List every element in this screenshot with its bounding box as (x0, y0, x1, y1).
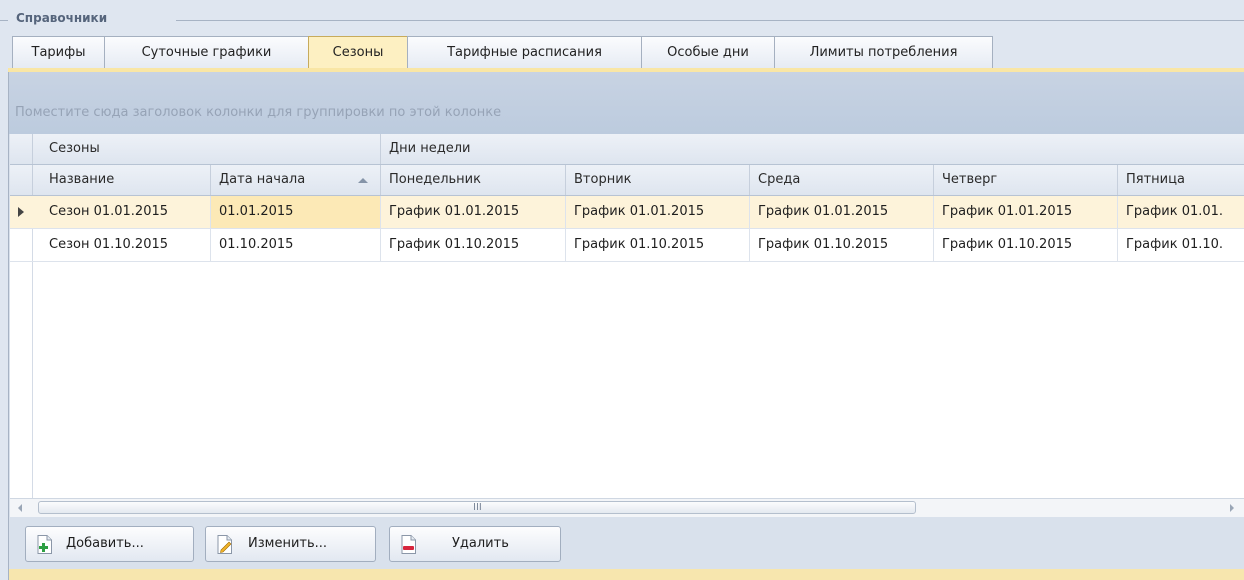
group-frame-line-right (176, 20, 1244, 21)
cell-start-date[interactable]: 01.10.2015 (211, 229, 381, 261)
seasons-grid: Сезоны Дни недели Название Дата начала П… (10, 134, 1244, 498)
column-header-wednesday[interactable]: Среда (750, 165, 934, 195)
cell-thursday[interactable]: График 01.01.2015 (934, 196, 1118, 228)
cell-name[interactable]: Сезон 01.01.2015 (41, 196, 211, 228)
band-seasons[interactable]: Сезоны (41, 134, 381, 164)
group-title: Справочники (12, 11, 112, 25)
cell-wednesday[interactable]: График 01.01.2015 (750, 196, 934, 228)
sort-ascending-icon (358, 178, 368, 183)
edit-document-icon (217, 535, 232, 554)
scroll-left-arrow-icon[interactable] (18, 504, 22, 512)
scroll-right-arrow-icon[interactable] (1230, 504, 1234, 512)
delete-document-icon (401, 535, 416, 554)
add-button-label: Добавить... (66, 536, 144, 551)
scrollbar-thumb[interactable]: III (38, 501, 916, 514)
column-header-start-date[interactable]: Дата начала (211, 165, 381, 195)
cell-friday[interactable]: График 01.01. (1118, 196, 1244, 228)
edit-button-label: Изменить... (248, 536, 328, 551)
cell-thursday[interactable]: График 01.10.2015 (934, 229, 1118, 261)
horizontal-scrollbar[interactable]: III (10, 498, 1244, 517)
tab-tariff-schedules[interactable]: Тарифные расписания (407, 36, 642, 68)
tab-tariffs[interactable]: Тарифы (12, 36, 105, 68)
add-button[interactable]: Добавить... (25, 526, 194, 562)
tab-special-days[interactable]: Особые дни (641, 36, 775, 68)
tab-daily-schedules[interactable]: Суточные графики (104, 36, 309, 68)
cell-start-date[interactable]: 01.01.2015 (211, 196, 381, 228)
edit-button[interactable]: Изменить... (205, 526, 376, 562)
column-header-start-date-label: Дата начала (219, 172, 306, 187)
tab-consumption-limits[interactable]: Лимиты потребления (774, 36, 993, 68)
column-header-row: Название Дата начала Понедельник Вторник… (10, 165, 1244, 196)
cell-name[interactable]: Сезон 01.10.2015 (41, 229, 211, 261)
scrollbar-grip: III (473, 502, 482, 513)
column-header-monday[interactable]: Понедельник (381, 165, 566, 195)
band-weekdays[interactable]: Дни недели (381, 134, 1244, 164)
column-header-thursday[interactable]: Четверг (934, 165, 1118, 195)
add-document-icon (37, 535, 52, 554)
column-header-tuesday[interactable]: Вторник (566, 165, 750, 195)
delete-button[interactable]: Удалить (389, 526, 561, 562)
tab-seasons[interactable]: Сезоны (308, 36, 408, 68)
cell-friday[interactable]: График 01.10. (1118, 229, 1244, 261)
header-corner (10, 165, 33, 195)
cell-monday[interactable]: График 01.01.2015 (381, 196, 566, 228)
delete-button-label: Удалить (452, 536, 509, 551)
current-row-indicator-icon (18, 207, 24, 217)
group-by-panel[interactable]: Поместите сюда заголовок колонки для гру… (9, 72, 1244, 134)
seasons-panel: Поместите сюда заголовок колонки для гру… (8, 72, 1244, 580)
cell-monday[interactable]: График 01.10.2015 (381, 229, 566, 261)
bottom-accent-strip (9, 569, 1244, 580)
column-header-name[interactable]: Название (41, 165, 211, 195)
band-header-row: Сезоны Дни недели (10, 134, 1244, 165)
cell-tuesday[interactable]: График 01.01.2015 (566, 196, 750, 228)
table-row[interactable]: Сезон 01.10.2015 01.10.2015 График 01.10… (10, 229, 1244, 262)
column-header-friday[interactable]: Пятница (1118, 165, 1244, 195)
band-corner (10, 134, 33, 164)
group-by-hint: Поместите сюда заголовок колонки для гру… (15, 105, 502, 120)
table-row[interactable]: Сезон 01.01.2015 01.01.2015 График 01.01… (10, 196, 1244, 229)
cell-tuesday[interactable]: График 01.10.2015 (566, 229, 750, 261)
group-frame-line-left (0, 20, 8, 21)
cell-wednesday[interactable]: График 01.10.2015 (750, 229, 934, 261)
